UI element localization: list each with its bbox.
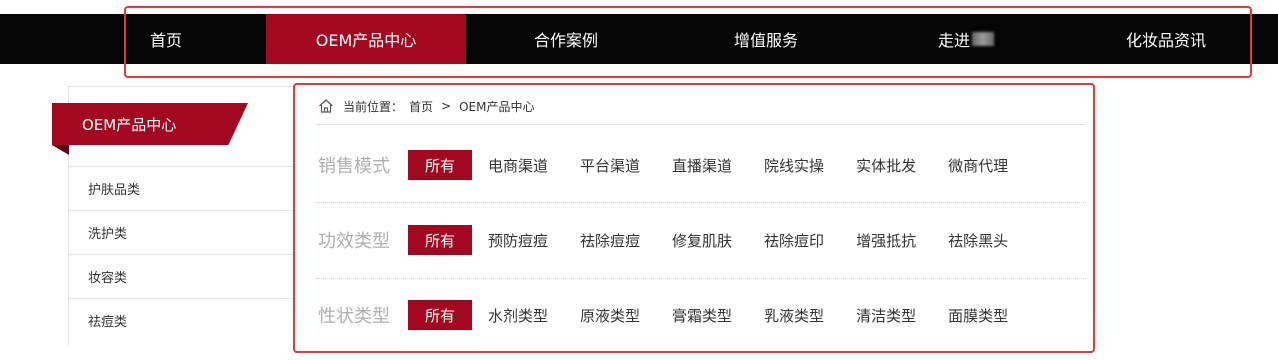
redacted-text-blur [972, 32, 994, 46]
nav-item-home[interactable]: 首页 [66, 14, 266, 64]
sidebar-title-label: OEM产品中心 [82, 115, 177, 134]
breadcrumb-current[interactable]: OEM产品中心 [459, 98, 534, 115]
filter-option[interactable]: 祛除痘印 [764, 225, 824, 255]
filter-option[interactable]: 原液类型 [580, 300, 640, 330]
nav-label: 化妆品资讯 [1125, 31, 1206, 50]
filter-option[interactable]: 预防痘痘 [488, 225, 548, 255]
nav-item-news[interactable]: 化妆品资讯 [1066, 14, 1266, 64]
sidebar-item-acne[interactable]: 祛痘类 [69, 298, 293, 342]
sidebar-item-label: 洗护类 [88, 227, 128, 242]
filter-option[interactable]: 实体批发 [856, 150, 916, 180]
filter-option[interactable]: 直播渠道 [672, 150, 732, 180]
nav-item-cases[interactable]: 合作案例 [466, 14, 666, 64]
filter-option-all[interactable]: 所有 [408, 150, 472, 180]
nav-item-about[interactable]: 走进 [866, 14, 1066, 64]
breadcrumb-prefix: 当前位置： [343, 99, 404, 114]
breadcrumb-separator: > [441, 99, 452, 113]
sidebar-item-label: 妆容类 [88, 271, 128, 286]
nav-label: 走进 [937, 31, 970, 50]
sidebar-item-skincare[interactable]: 护肤品类 [69, 166, 293, 210]
sidebar-title: OEM产品中心 [52, 103, 248, 145]
nav-label: OEM产品中心 [315, 31, 417, 50]
filter-option[interactable]: 祛除黑头 [948, 225, 1008, 255]
nav-label: 首页 [149, 31, 182, 50]
nav-label: 合作案例 [533, 31, 598, 50]
filter-divider [316, 278, 1086, 279]
sidebar-item-makeup[interactable]: 妆容类 [69, 254, 293, 298]
filter-option[interactable]: 水剂类型 [488, 300, 548, 330]
filter-row-texture: 性状类型 所有 水剂类型 原液类型 膏霜类型 乳液类型 清洁类型 面膜类型 [318, 300, 1040, 330]
sidebar-ribbon-fold [52, 145, 69, 155]
sidebar-item-label: 护肤品类 [88, 183, 141, 198]
filter-label: 销售模式 [318, 156, 390, 177]
sidebar-item-wash-care[interactable]: 洗护类 [69, 210, 293, 254]
filter-option[interactable]: 微商代理 [948, 150, 1008, 180]
filter-option[interactable]: 增强抵抗 [856, 225, 916, 255]
nav-label: 增值服务 [733, 31, 798, 50]
filter-row-sales-mode: 销售模式 所有 电商渠道 平台渠道 直播渠道 院线实操 实体批发 微商代理 [318, 150, 1040, 180]
breadcrumb: 当前位置： 首页 > OEM产品中心 [318, 96, 534, 116]
filter-option[interactable]: 院线实操 [764, 150, 824, 180]
filter-option[interactable]: 电商渠道 [488, 150, 548, 180]
filter-label: 性状类型 [318, 306, 390, 327]
breadcrumb-home-link[interactable]: 首页 [409, 98, 433, 115]
filter-option-all[interactable]: 所有 [408, 225, 472, 255]
home-icon [319, 99, 333, 113]
breadcrumb-divider [316, 124, 1086, 125]
filter-option[interactable]: 膏霜类型 [672, 300, 732, 330]
filter-option[interactable]: 面膜类型 [948, 300, 1008, 330]
filter-row-efficacy: 功效类型 所有 预防痘痘 祛除痘痘 修复肌肤 祛除痘印 增强抵抗 祛除黑头 [318, 225, 1040, 255]
filter-divider [316, 202, 1086, 203]
filter-label: 功效类型 [318, 231, 390, 252]
nav-item-oem-products[interactable]: OEM产品中心 [266, 14, 466, 64]
filter-option-all[interactable]: 所有 [408, 300, 472, 330]
filter-option[interactable]: 修复肌肤 [672, 225, 732, 255]
sidebar-item-label: 祛痘类 [88, 315, 128, 330]
filter-option[interactable]: 祛除痘痘 [580, 225, 640, 255]
filter-option[interactable]: 清洁类型 [856, 300, 916, 330]
filter-option[interactable]: 平台渠道 [580, 150, 640, 180]
sidebar: OEM产品中心 护肤品类 洗护类 妆容类 祛痘类 [52, 86, 294, 345]
filter-option[interactable]: 乳液类型 [764, 300, 824, 330]
top-nav-bar: 首页 OEM产品中心 合作案例 增值服务 走进 化妆品资讯 [0, 14, 1278, 64]
nav-item-services[interactable]: 增值服务 [666, 14, 866, 64]
